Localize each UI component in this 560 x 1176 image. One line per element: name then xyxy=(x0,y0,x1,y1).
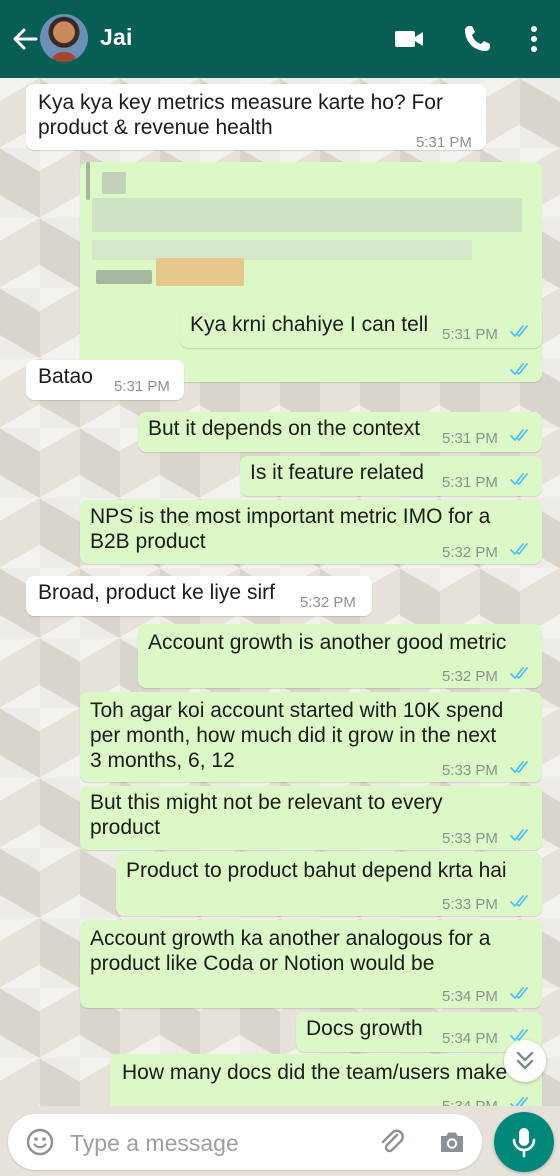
message-text: Batao xyxy=(38,365,93,388)
message-bubble-incoming[interactable]: Broad, product ke liye sirf 5:32 PM xyxy=(26,576,372,616)
back-arrow-icon[interactable] xyxy=(10,24,40,54)
read-receipt-icon xyxy=(510,325,528,337)
chat-header: Jai xyxy=(0,0,560,78)
message-bubble-outgoing-redacted[interactable] xyxy=(80,162,542,382)
more-options-icon[interactable] xyxy=(517,22,551,56)
redacted-content xyxy=(80,162,542,382)
message-time: 5:31 PM xyxy=(442,474,498,491)
chat-message-list[interactable]: Kya kya key metrics measure karte ho? Fo… xyxy=(0,78,560,1106)
video-call-icon[interactable] xyxy=(392,22,426,56)
message-bubble-incoming[interactable]: Batao 5:31 PM xyxy=(26,360,184,400)
message-bubble-outgoing[interactable]: Toh agar koi account started with 10K sp… xyxy=(80,692,542,782)
message-bubble-outgoing[interactable]: Account growth ka another analogous for … xyxy=(80,920,542,1008)
message-input[interactable] xyxy=(68,1124,362,1162)
contact-name[interactable]: Jai xyxy=(100,24,133,51)
attach-icon[interactable] xyxy=(376,1126,408,1158)
message-text: Account growth is another good metric xyxy=(148,631,507,654)
message-bubble-outgoing[interactable]: But it depends on the context 5:31 PM xyxy=(138,412,542,452)
message-bubble-outgoing[interactable]: But this might not be relevant to every … xyxy=(80,786,542,850)
message-text: But this might not be relevant to every … xyxy=(90,791,443,839)
avatar[interactable] xyxy=(40,14,88,62)
message-time: 5:32 PM xyxy=(442,668,498,685)
message-text: NPS is the most important metric IMO for… xyxy=(90,505,491,553)
message-bubble-incoming[interactable]: Kya kya key metrics measure karte ho? Fo… xyxy=(26,84,486,151)
message-text: Kya kya key metrics measure karte ho? Fo… xyxy=(38,91,443,139)
mic-icon xyxy=(512,1128,536,1158)
message-time: 5:33 PM xyxy=(442,896,498,913)
message-time: 5:31 PM xyxy=(114,378,170,395)
message-bubble-outgoing[interactable]: Kya krni chahiye I can tell 5:31 PM xyxy=(180,308,542,348)
read-receipt-icon xyxy=(510,829,528,841)
message-text: How many docs did the team/users make xyxy=(122,1061,508,1084)
message-bubble-outgoing[interactable]: NPS is the most important metric IMO for… xyxy=(80,500,542,564)
read-receipt-icon xyxy=(510,761,528,773)
message-time: 5:33 PM xyxy=(442,762,498,779)
message-text: Product to product bahut depend krta hai xyxy=(126,859,507,882)
read-receipt-icon xyxy=(510,1097,528,1106)
message-time: 5:32 PM xyxy=(300,594,356,611)
message-time: 5:31 PM xyxy=(416,134,472,151)
message-text: Kya krni chahiye I can tell xyxy=(190,313,429,336)
message-text: Account growth ka another analogous for … xyxy=(90,927,491,975)
read-receipt-icon xyxy=(510,667,528,679)
scroll-to-bottom-button[interactable] xyxy=(504,1040,546,1082)
message-bubble-outgoing[interactable]: Is it feature related 5:31 PM xyxy=(240,456,542,496)
message-text: Is it feature related xyxy=(250,461,424,484)
message-bubble-outgoing[interactable]: Product to product bahut depend krta hai… xyxy=(116,852,542,916)
message-bubble-outgoing[interactable]: Account growth is another good metric 5:… xyxy=(138,624,542,688)
camera-icon[interactable] xyxy=(436,1126,468,1158)
message-time: 5:34 PM xyxy=(442,988,498,1005)
read-receipt-icon xyxy=(510,473,528,485)
double-chevron-down-icon xyxy=(516,1051,534,1070)
message-time: 5:32 PM xyxy=(442,544,498,561)
composer-bar xyxy=(0,1106,560,1176)
read-receipt-icon xyxy=(510,895,528,907)
read-receipt-icon xyxy=(510,363,528,375)
message-text: Docs growth xyxy=(306,1017,423,1040)
message-time: 5:31 PM xyxy=(442,326,498,343)
read-receipt-icon xyxy=(510,543,528,555)
message-time: 5:31 PM xyxy=(442,430,498,447)
voice-record-button[interactable] xyxy=(494,1112,554,1172)
message-time: 5:34 PM xyxy=(442,1094,498,1106)
message-bubble-outgoing[interactable]: How many docs did the team/users make 5:… xyxy=(110,1054,542,1106)
composer-input-pill xyxy=(8,1114,482,1170)
voice-call-icon[interactable] xyxy=(460,22,494,56)
emoji-icon[interactable] xyxy=(24,1126,56,1158)
message-time: 5:33 PM xyxy=(442,830,498,847)
message-text: Broad, product ke liye sirf xyxy=(38,581,275,604)
message-text: But it depends on the context xyxy=(148,417,421,440)
read-receipt-icon xyxy=(510,987,528,999)
message-time: 5:34 PM xyxy=(442,1030,498,1047)
read-receipt-icon xyxy=(510,429,528,441)
